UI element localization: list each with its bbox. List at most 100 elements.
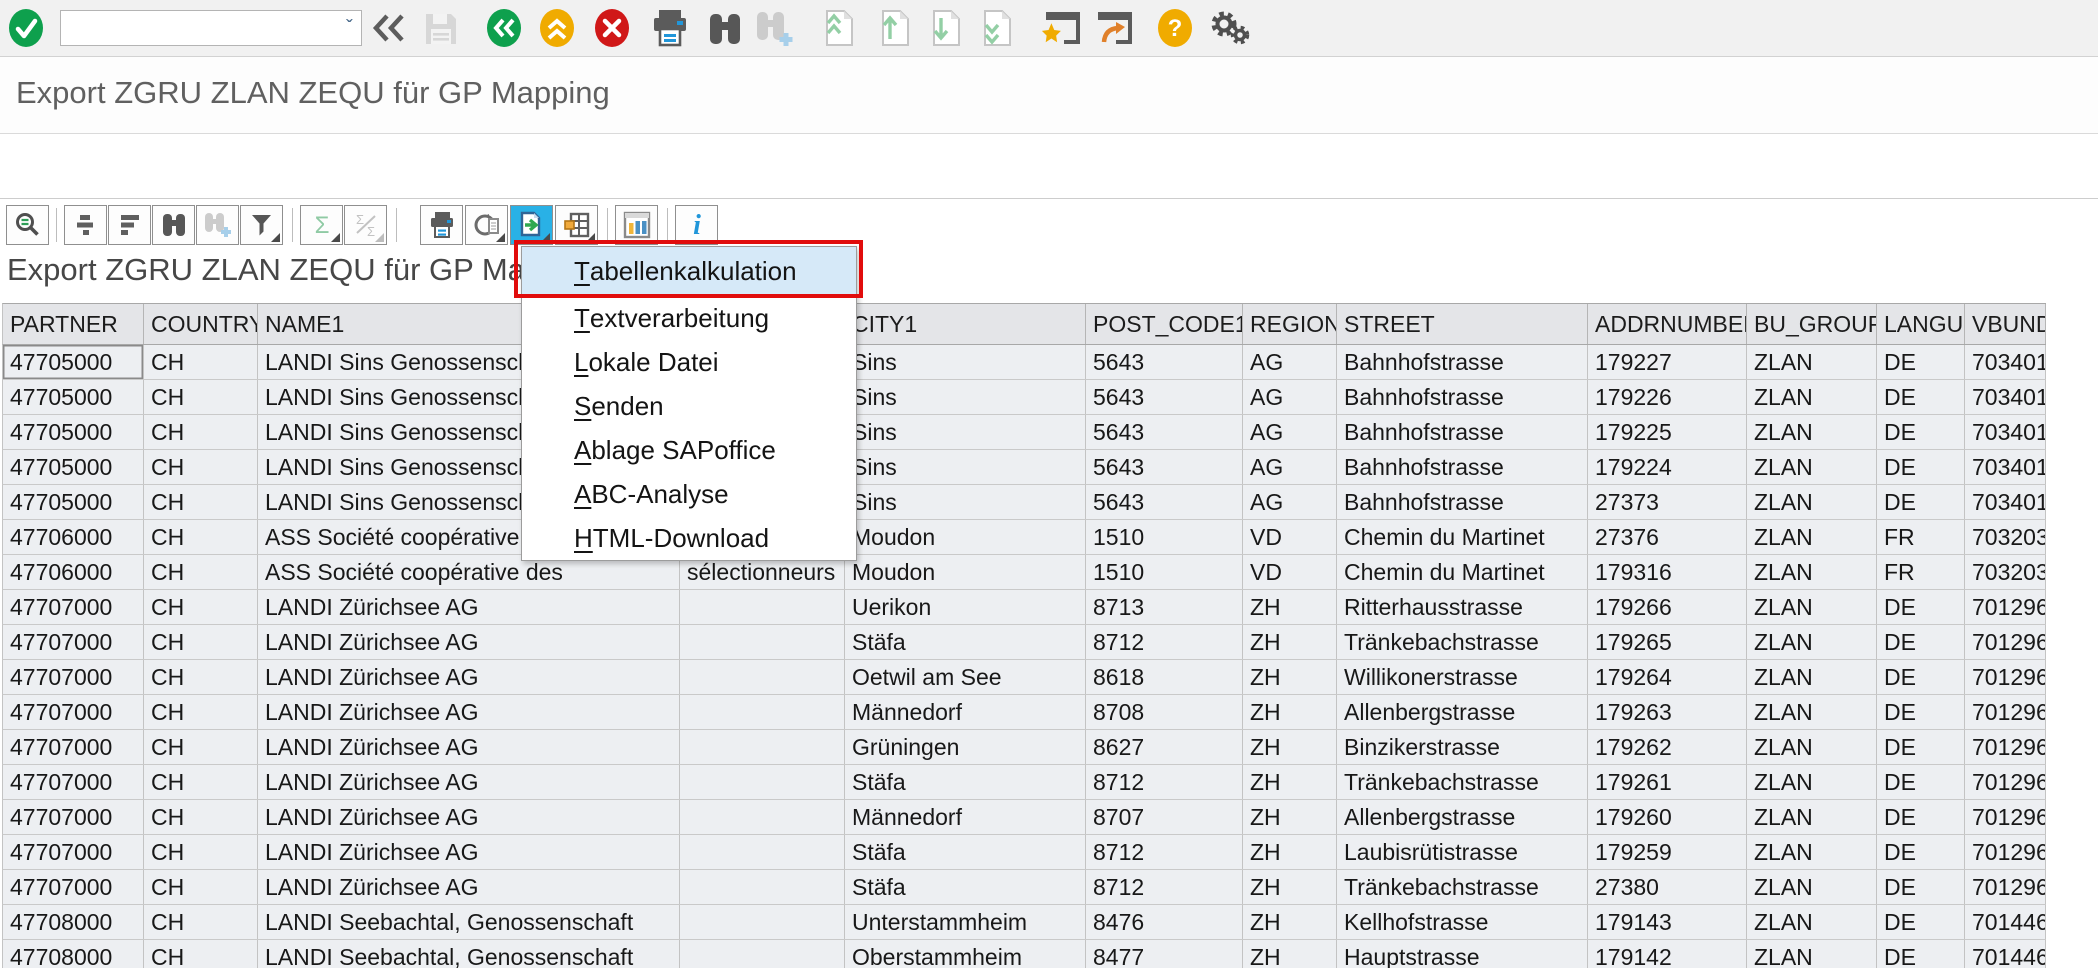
table-cell[interactable]: 701296: [1965, 835, 2046, 869]
menu-item-senden[interactable]: Senden: [522, 384, 856, 428]
table-cell[interactable]: DE: [1877, 905, 1965, 939]
table-cell[interactable]: Bahnhofstrasse: [1337, 380, 1588, 414]
table-cell[interactable]: Stäfa: [845, 765, 1086, 799]
table-cell[interactable]: 179316: [1588, 555, 1747, 589]
table-cell[interactable]: [680, 660, 845, 694]
table-cell[interactable]: CH: [144, 380, 258, 414]
find-button[interactable]: [708, 10, 742, 46]
table-cell[interactable]: DE: [1877, 730, 1965, 764]
table-cell[interactable]: DE: [1877, 660, 1965, 694]
table-cell[interactable]: 47705000: [3, 485, 144, 519]
choose-layout-button[interactable]: [555, 205, 598, 245]
find-next-button[interactable]: [196, 205, 239, 245]
table-cell[interactable]: 47705000: [3, 345, 144, 379]
table-cell[interactable]: ZLAN: [1747, 730, 1877, 764]
table-cell[interactable]: 179142: [1588, 940, 1747, 968]
table-cell[interactable]: ZLAN: [1747, 660, 1877, 694]
column-header-ADDRNUMBER[interactable]: ADDRNUMBER: [1588, 304, 1747, 344]
table-cell[interactable]: 8618: [1086, 660, 1243, 694]
table-cell[interactable]: 179266: [1588, 590, 1747, 624]
table-cell[interactable]: 703203: [1965, 520, 2046, 554]
table-cell[interactable]: AG: [1243, 415, 1337, 449]
table-cell[interactable]: ZLAN: [1747, 870, 1877, 904]
table-cell[interactable]: AG: [1243, 380, 1337, 414]
table-cell[interactable]: FR: [1877, 520, 1965, 554]
table-cell[interactable]: 27376: [1588, 520, 1747, 554]
last-page-button[interactable]: [980, 9, 1012, 47]
print-button[interactable]: [420, 205, 463, 245]
table-cell[interactable]: 8476: [1086, 905, 1243, 939]
table-cell[interactable]: 47707000: [3, 660, 144, 694]
menu-item-tabellenkalkulation[interactable]: Tabellenkalkulation: [522, 247, 856, 296]
save-button[interactable]: [424, 11, 458, 45]
table-cell[interactable]: 703401: [1965, 380, 2046, 414]
table-cell[interactable]: LANDI Zürichsee AG: [258, 800, 680, 834]
table-cell[interactable]: DE: [1877, 800, 1965, 834]
table-cell[interactable]: 47707000: [3, 730, 144, 764]
table-cell[interactable]: 703401: [1965, 485, 2046, 519]
subtotals-button[interactable]: ΣΣ: [344, 205, 387, 245]
table-cell[interactable]: DE: [1877, 940, 1965, 968]
cancel-button[interactable]: [594, 8, 630, 48]
column-header-CITY1[interactable]: CITY1: [845, 304, 1086, 344]
table-cell[interactable]: 701296: [1965, 590, 2046, 624]
table-cell[interactable]: 5643: [1086, 415, 1243, 449]
table-cell[interactable]: 703401: [1965, 450, 2046, 484]
table-cell[interactable]: Ritterhausstrasse: [1337, 590, 1588, 624]
table-cell[interactable]: 701296: [1965, 800, 2046, 834]
table-cell[interactable]: Oetwil am See: [845, 660, 1086, 694]
table-cell[interactable]: 8708: [1086, 695, 1243, 729]
table-cell[interactable]: Bahnhofstrasse: [1337, 415, 1588, 449]
table-cell[interactable]: [680, 905, 845, 939]
table-cell[interactable]: 8712: [1086, 625, 1243, 659]
table-cell[interactable]: 701296: [1965, 625, 2046, 659]
table-cell[interactable]: ZH: [1243, 590, 1337, 624]
table-cell[interactable]: [680, 730, 845, 764]
table-cell[interactable]: 8627: [1086, 730, 1243, 764]
table-cell[interactable]: ZLAN: [1747, 345, 1877, 379]
table-cell[interactable]: ZH: [1243, 730, 1337, 764]
column-header-BU_GROUP[interactable]: BU_GROUP: [1747, 304, 1877, 344]
table-cell[interactable]: 27380: [1588, 870, 1747, 904]
table-cell[interactable]: 179224: [1588, 450, 1747, 484]
table-cell[interactable]: ZLAN: [1747, 765, 1877, 799]
table-cell[interactable]: 1510: [1086, 555, 1243, 589]
table-cell[interactable]: ZLAN: [1747, 905, 1877, 939]
table-cell[interactable]: LANDI Seebachtal, Genossenschaft: [258, 905, 680, 939]
command-input[interactable]: [61, 14, 338, 42]
table-cell[interactable]: Chemin du Martinet: [1337, 555, 1588, 589]
table-cell[interactable]: 47707000: [3, 800, 144, 834]
table-cell[interactable]: ZLAN: [1747, 520, 1877, 554]
graphics-button[interactable]: [615, 205, 658, 245]
table-cell[interactable]: DE: [1877, 625, 1965, 659]
table-cell[interactable]: Bahnhofstrasse: [1337, 345, 1588, 379]
table-cell[interactable]: 701296: [1965, 730, 2046, 764]
table-cell[interactable]: CH: [144, 905, 258, 939]
table-cell[interactable]: VD: [1243, 555, 1337, 589]
table-cell[interactable]: ZLAN: [1747, 380, 1877, 414]
table-cell[interactable]: Tränkebachstrasse: [1337, 765, 1588, 799]
table-cell[interactable]: Tränkebachstrasse: [1337, 625, 1588, 659]
table-cell[interactable]: ZH: [1243, 660, 1337, 694]
table-cell[interactable]: 5643: [1086, 485, 1243, 519]
table-cell[interactable]: 47707000: [3, 870, 144, 904]
table-cell[interactable]: LANDI Zürichsee AG: [258, 660, 680, 694]
table-cell[interactable]: Tränkebachstrasse: [1337, 870, 1588, 904]
table-cell[interactable]: 47708000: [3, 940, 144, 968]
chevron-down-icon[interactable]: ˇ: [338, 17, 361, 40]
table-cell[interactable]: LANDI Zürichsee AG: [258, 590, 680, 624]
table-cell[interactable]: ZH: [1243, 625, 1337, 659]
table-cell[interactable]: Oberstammheim: [845, 940, 1086, 968]
table-cell[interactable]: 8707: [1086, 800, 1243, 834]
settings-button[interactable]: [1210, 9, 1252, 47]
table-cell[interactable]: CH: [144, 940, 258, 968]
menu-item-html-download[interactable]: HTML-Download: [522, 516, 856, 560]
table-cell[interactable]: 179262: [1588, 730, 1747, 764]
column-header-STREET[interactable]: STREET: [1337, 304, 1588, 344]
menu-item-ablage-sapoffice[interactable]: Ablage SAPoffice: [522, 428, 856, 472]
table-cell[interactable]: [680, 940, 845, 968]
table-cell[interactable]: 179225: [1588, 415, 1747, 449]
table-cell[interactable]: [680, 870, 845, 904]
total-button[interactable]: Σ: [300, 205, 343, 245]
table-cell[interactable]: CH: [144, 520, 258, 554]
